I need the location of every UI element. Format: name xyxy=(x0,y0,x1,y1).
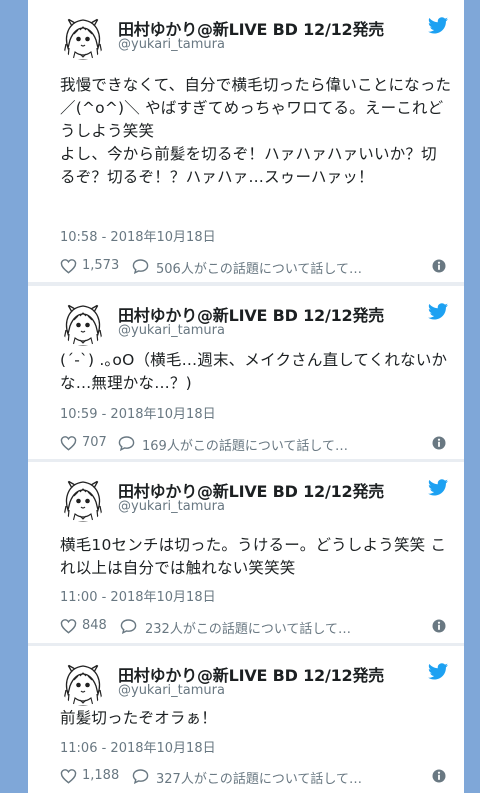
tweet-text: 横毛10センチは切った。うけるー。どうしよう笑笑 これ以上は自分では触れない笑笑… xyxy=(60,536,447,577)
reply-bubble-icon[interactable] xyxy=(118,435,135,451)
tweet-text: (´-`) .｡oO（横毛…週末、メイクさん直してくれないかな…無理かな…？) xyxy=(60,351,448,392)
conversation-link[interactable]: 327人がこの話題について話して… xyxy=(156,768,362,787)
avatar[interactable] xyxy=(60,660,106,706)
info-icon[interactable] xyxy=(432,436,446,450)
user-handle[interactable]: @yukari_tamura xyxy=(118,683,225,698)
tweet-actions: 707 169人がこの話題について話して… xyxy=(60,433,446,454)
conversation-link[interactable]: 506人がこの話題について話して… xyxy=(156,258,362,277)
like-count: 848 xyxy=(82,618,107,633)
heart-icon[interactable] xyxy=(60,618,77,634)
twitter-bird-icon[interactable] xyxy=(428,479,448,496)
tweet-timestamp[interactable]: 10:58 - 2018年10月18日 xyxy=(60,226,216,245)
reply-bubble-icon[interactable] xyxy=(132,258,149,274)
user-handle[interactable]: @yukari_tamura xyxy=(118,37,225,52)
tweet-timestamp[interactable]: 11:06 - 2018年10月18日 xyxy=(60,737,216,756)
tweet-header: 田村ゆかり@新LIVE BD 12/12発売 @yukari_tamura xyxy=(60,14,464,60)
heart-icon[interactable] xyxy=(60,258,77,274)
tweet-card: 田村ゆかり@新LIVE BD 12/12発売 @yukari_tamura 横毛… xyxy=(28,462,464,643)
tweet-text: 前髪切ったぞオラぁ！ xyxy=(60,709,218,727)
like-count: 707 xyxy=(82,435,107,450)
heart-icon[interactable] xyxy=(60,768,77,784)
avatar[interactable] xyxy=(60,476,106,522)
tweet-header: 田村ゆかり@新LIVE BD 12/12発売 @yukari_tamura xyxy=(60,300,464,346)
tweet-header: 田村ゆかり@新LIVE BD 12/12発売 @yukari_tamura xyxy=(60,476,464,522)
user-handle[interactable]: @yukari_tamura xyxy=(118,323,225,338)
like-count: 1,188 xyxy=(82,768,120,783)
tweet-card: 田村ゆかり@新LIVE BD 12/12発売 @yukari_tamura 我慢… xyxy=(28,0,464,282)
tweet-card: 田村ゆかり@新LIVE BD 12/12発売 @yukari_tamura (´… xyxy=(28,286,464,459)
tweet-actions: 1,573 506人がこの話題について話して… xyxy=(60,256,446,277)
conversation-link[interactable]: 169人がこの話題について話して… xyxy=(142,435,348,454)
reply-bubble-icon[interactable] xyxy=(120,618,137,634)
heart-icon[interactable] xyxy=(60,435,77,451)
conversation-link[interactable]: 232人がこの話題について話して… xyxy=(145,618,351,637)
avatar[interactable] xyxy=(60,14,106,60)
tweet-card: 田村ゆかり@新LIVE BD 12/12発売 @yukari_tamura 前髪… xyxy=(28,646,464,793)
tweet-actions: 1,188 327人がこの話題について話して… xyxy=(60,766,446,787)
twitter-bird-icon[interactable] xyxy=(428,663,448,680)
info-icon[interactable] xyxy=(432,769,446,783)
twitter-bird-icon[interactable] xyxy=(428,17,448,34)
reply-bubble-icon[interactable] xyxy=(132,768,149,784)
avatar[interactable] xyxy=(60,300,106,346)
info-icon[interactable] xyxy=(432,259,446,273)
tweet-timestamp[interactable]: 10:59 - 2018年10月18日 xyxy=(60,403,216,422)
user-handle[interactable]: @yukari_tamura xyxy=(118,499,225,514)
tweet-text: 我慢できなくて、自分で横毛切ったら偉いことになった／(^o^)＼ やばすぎてめっ… xyxy=(60,76,452,186)
info-icon[interactable] xyxy=(432,619,446,633)
like-count: 1,573 xyxy=(82,258,120,273)
tweet-actions: 848 232人がこの話題について話して… xyxy=(60,616,446,637)
twitter-bird-icon[interactable] xyxy=(428,303,448,320)
tweet-header: 田村ゆかり@新LIVE BD 12/12発売 @yukari_tamura xyxy=(60,660,464,706)
tweet-timestamp[interactable]: 11:00 - 2018年10月18日 xyxy=(60,586,216,605)
